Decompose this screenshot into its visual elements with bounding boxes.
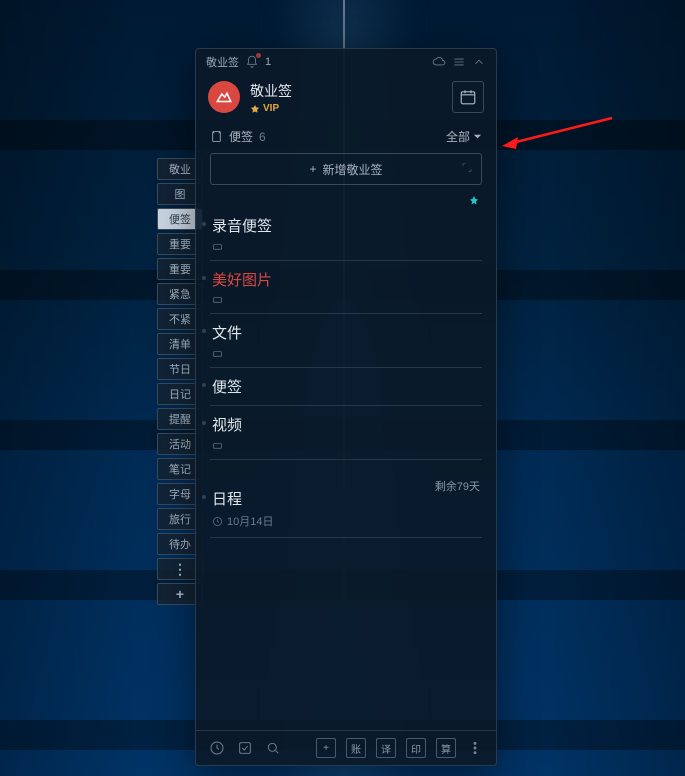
menu-lines-icon[interactable] xyxy=(452,55,466,69)
item-meta xyxy=(212,241,480,252)
brand-name: 敬业签 xyxy=(250,81,292,101)
footer-box-button[interactable]: 印 xyxy=(406,738,426,758)
add-note-label: 新增敬业签 xyxy=(323,161,383,178)
bell-icon[interactable] xyxy=(245,55,259,69)
item-meta xyxy=(212,440,480,451)
item-title: 视频 xyxy=(212,416,480,436)
item-meta xyxy=(212,294,480,305)
item-meta: 10月14日 xyxy=(212,513,480,529)
clock-icon xyxy=(212,516,223,527)
list-item[interactable]: 剩余79天日程10月14日 xyxy=(210,480,482,539)
storage-icon xyxy=(212,348,223,359)
calendar-button[interactable] xyxy=(452,81,484,113)
vip-badge: VIP xyxy=(250,103,292,114)
add-note-button[interactable]: + 新增敬业签 xyxy=(210,153,482,185)
list-item[interactable]: 录音便签 xyxy=(210,207,482,261)
pin-icon[interactable] xyxy=(468,195,480,207)
item-meta xyxy=(212,348,480,359)
chevron-down-icon xyxy=(473,132,482,141)
section-header: 便签 6 全部 xyxy=(196,124,496,153)
filter-dropdown[interactable]: 全部 xyxy=(446,128,482,145)
title-bar: 敬业签 1 xyxy=(196,49,496,75)
cloud-sync-icon[interactable] xyxy=(432,55,446,69)
pin-row xyxy=(196,193,496,207)
app-panel: 敬业签 1 敬业签 VIP 便签 6 全部 xyxy=(195,48,497,766)
item-title: 文件 xyxy=(212,324,480,344)
checkbox-icon[interactable] xyxy=(236,739,254,757)
plus-icon: + xyxy=(309,162,316,176)
footer-box-button[interactable]: 译 xyxy=(376,738,396,758)
item-title: 录音便签 xyxy=(212,217,480,237)
clock-icon[interactable] xyxy=(208,739,226,757)
storage-icon xyxy=(212,294,223,305)
item-title: 便签 xyxy=(212,378,480,398)
storage-icon xyxy=(212,440,223,451)
search-icon[interactable] xyxy=(264,739,282,757)
list-item[interactable]: 视频 xyxy=(210,406,482,460)
list-item[interactable]: 便签 xyxy=(210,368,482,407)
section-count: 6 xyxy=(259,130,266,144)
item-tag: 剩余79天 xyxy=(435,478,480,494)
more-icon[interactable] xyxy=(466,739,484,757)
list-item[interactable]: 美好图片 xyxy=(210,261,482,315)
note-icon xyxy=(210,130,223,143)
expand-icon[interactable] xyxy=(461,162,473,177)
brand-logo xyxy=(208,81,240,113)
app-title: 敬业签 xyxy=(206,54,239,70)
notification-count: 1 xyxy=(265,56,271,68)
collapse-icon[interactable] xyxy=(472,55,486,69)
item-title: 美好图片 xyxy=(212,271,480,291)
plus-box-button[interactable]: + xyxy=(316,738,336,758)
section-label: 便签 xyxy=(229,128,253,145)
annotation-arrow xyxy=(502,113,622,158)
storage-icon xyxy=(212,241,223,252)
footer-bar: + 账译印算 xyxy=(196,730,496,765)
footer-box-button[interactable]: 算 xyxy=(436,738,456,758)
footer-box-button[interactable]: 账 xyxy=(346,738,366,758)
note-list: 录音便签美好图片文件便签视频剩余79天日程10月14日 xyxy=(196,207,496,730)
brand-row: 敬业签 VIP xyxy=(196,75,496,124)
list-item[interactable]: 文件 xyxy=(210,314,482,368)
